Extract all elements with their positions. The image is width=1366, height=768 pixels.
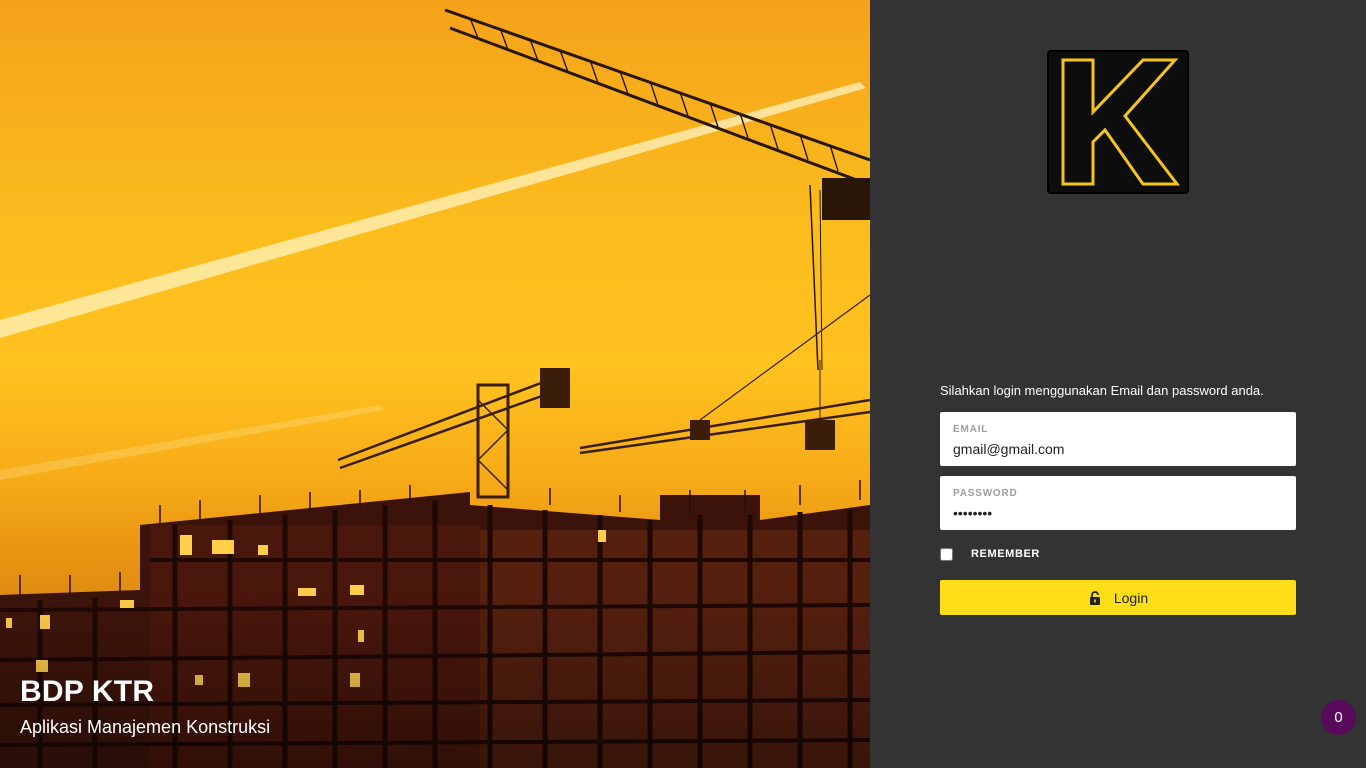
login-form: Silahkan login menggunakan Email dan pas… <box>940 381 1296 615</box>
hero-panel: BDP KTR Aplikasi Manajemen Konstruksi <box>0 0 870 768</box>
login-button[interactable]: Login <box>940 580 1296 615</box>
email-input[interactable] <box>953 439 1283 459</box>
remember-checkbox[interactable] <box>940 547 953 561</box>
password-label: PASSWORD <box>953 488 1018 499</box>
remember-label[interactable]: REMEMBER <box>971 548 1040 560</box>
login-instructions: Silahkan login menggunakan Email dan pas… <box>940 383 1264 398</box>
unlock-icon <box>1089 590 1100 605</box>
remember-row: REMEMBER <box>940 544 1296 564</box>
login-button-label: Login <box>1113 589 1149 606</box>
password-field[interactable]: PASSWORD <box>940 476 1296 530</box>
login-page: BDP KTR Aplikasi Manajemen Konstruksi Si… <box>0 0 1366 768</box>
notification-badge[interactable]: 0 <box>1321 700 1356 735</box>
k-logo <box>1047 50 1189 194</box>
app-subtitle: Aplikasi Manajemen Konstruksi <box>20 717 271 737</box>
password-input[interactable] <box>953 503 1283 523</box>
email-field[interactable]: EMAIL <box>940 412 1296 466</box>
login-panel: Silahkan login menggunakan Email dan pas… <box>870 0 1366 768</box>
email-label: EMAIL <box>953 424 989 435</box>
app-title: BDP KTR <box>20 675 155 708</box>
